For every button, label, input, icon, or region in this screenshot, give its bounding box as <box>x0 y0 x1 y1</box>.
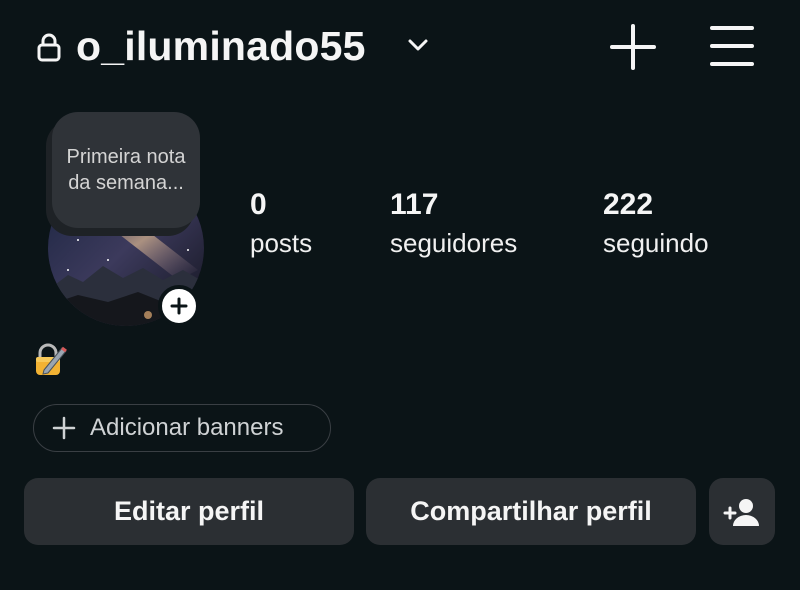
add-banners-label: Adicionar banners <box>90 414 284 441</box>
hamburger-menu-icon[interactable] <box>708 24 756 68</box>
add-banners-button[interactable]: Adicionar banners <box>33 404 331 452</box>
chevron-down-icon[interactable] <box>405 34 431 56</box>
following-count: 222 <box>603 188 654 221</box>
posts-count: 0 <box>250 188 267 221</box>
add-person-icon <box>723 498 759 526</box>
stat-following[interactable]: 222 seguindo <box>603 186 709 262</box>
plus-icon <box>52 416 76 440</box>
posts-label: posts <box>250 228 313 258</box>
username[interactable]: o_iluminado55 <box>76 18 366 74</box>
locked-with-pen-emoji <box>32 342 68 378</box>
lock-icon <box>36 32 62 62</box>
stat-followers[interactable]: 117 seguidores <box>390 186 517 262</box>
stat-posts[interactable]: 0 posts <box>250 186 312 262</box>
note-text: Primeira nota da semana... <box>66 146 186 194</box>
add-story-button[interactable] <box>158 285 200 327</box>
plus-icon <box>170 297 188 315</box>
followers-label: seguidores <box>390 228 518 258</box>
share-profile-button[interactable]: Compartilhar perfil <box>366 478 696 545</box>
note-bubble[interactable]: Primeira nota da semana... <box>52 112 200 228</box>
following-label: seguindo <box>603 228 709 258</box>
edit-profile-button[interactable]: Editar perfil <box>24 478 354 545</box>
discover-people-button[interactable] <box>709 478 775 545</box>
create-plus-icon[interactable] <box>608 22 658 72</box>
followers-count: 117 <box>390 188 439 221</box>
